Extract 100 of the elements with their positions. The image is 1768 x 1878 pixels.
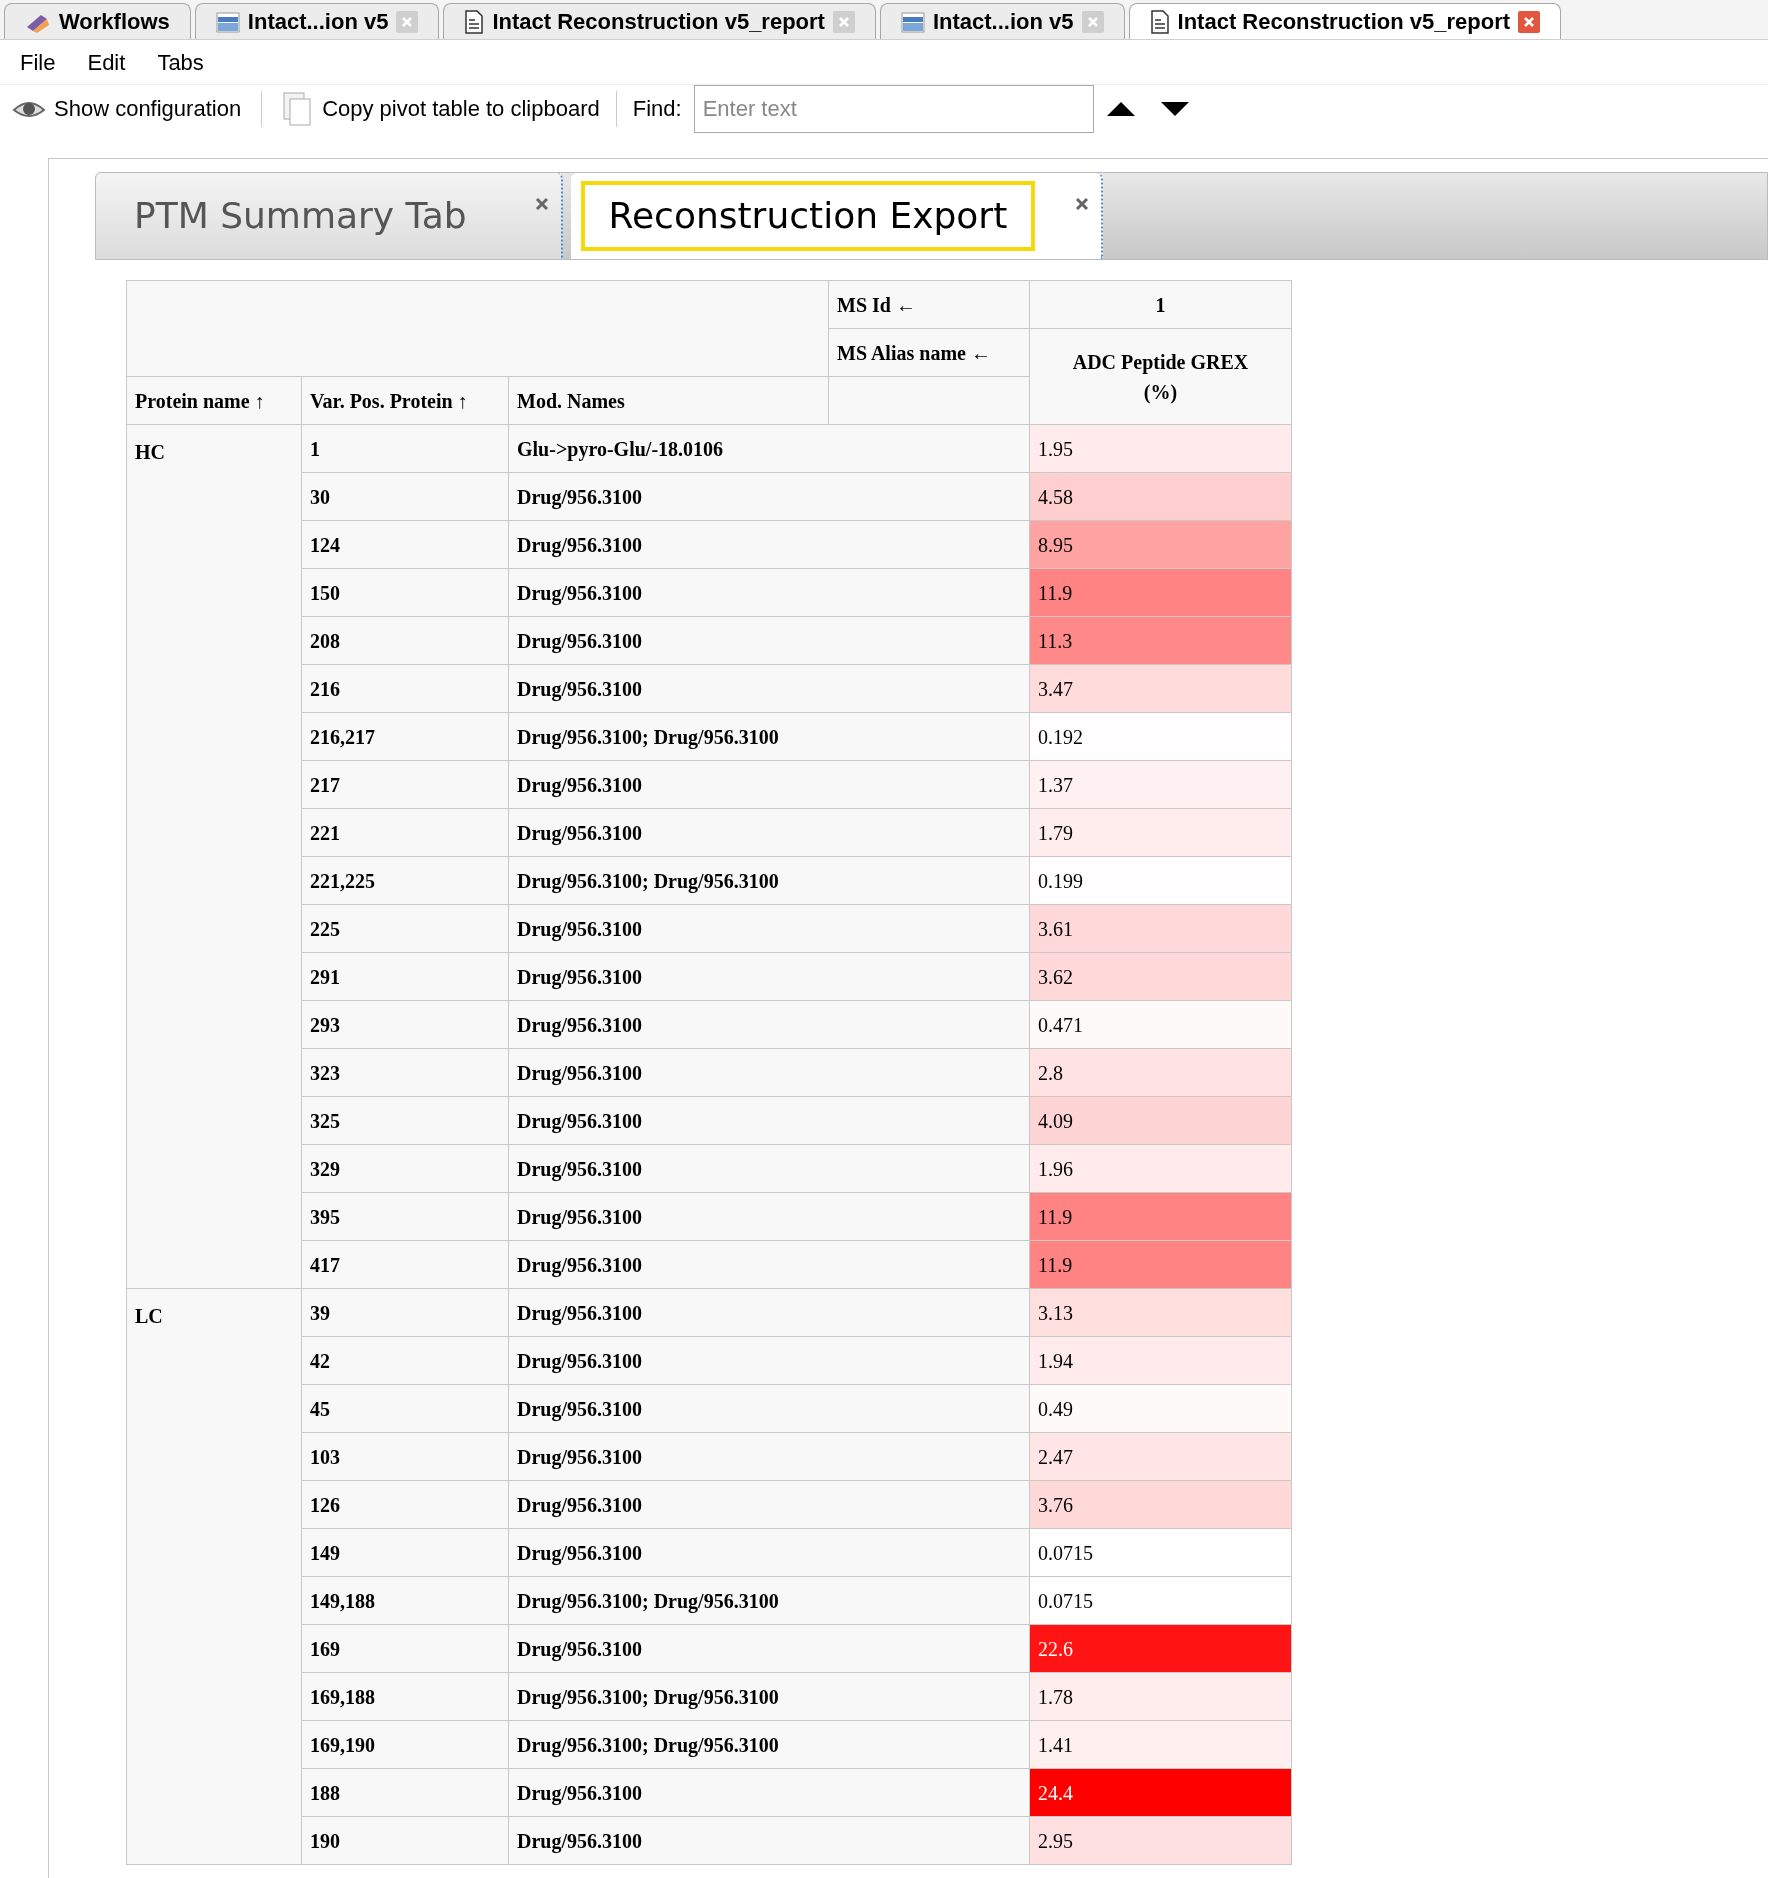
- table-cell: Drug/956.3100: [508, 1432, 1030, 1481]
- find-field[interactable]: Enter text: [693, 84, 1094, 133]
- menu-item[interactable]: File: [20, 45, 56, 79]
- table-cell: 169,188: [301, 1672, 509, 1721]
- value-cell: 8.95: [1029, 520, 1292, 569]
- table-cell: Drug/956.3100: [508, 1336, 1030, 1385]
- table-cell: 208: [301, 616, 509, 665]
- window-tab[interactable]: Intact...ion v5: [194, 3, 440, 39]
- table-cell: 124: [301, 520, 509, 569]
- table-cell: Drug/956.3100: [508, 1624, 1030, 1673]
- table-cell: 291: [301, 952, 509, 1001]
- menu-item[interactable]: Edit: [87, 45, 126, 79]
- table-cell: Drug/956.3100: [508, 1288, 1030, 1337]
- menu-item[interactable]: Tabs: [157, 45, 204, 79]
- up-arrow-icon[interactable]: [1105, 100, 1136, 117]
- table-cell: 1: [301, 424, 509, 473]
- table-cell: Drug/956.3100: [508, 568, 1030, 617]
- table-cell: Drug/956.3100: [508, 664, 1030, 713]
- value-cell: 0.0715: [1029, 1528, 1292, 1577]
- table-cell: Drug/956.3100; Drug/956.3100: [508, 856, 1030, 905]
- view-tab-label: PTM Summary Tab: [133, 194, 468, 238]
- table-cell: Glu->pyro-Glu/-18.0106: [508, 424, 1030, 473]
- table-cell: Drug/956.3100; Drug/956.3100: [508, 712, 1030, 761]
- value-cell: 2.95: [1029, 1816, 1292, 1865]
- header-cell: MS Alias name ←: [828, 328, 1030, 377]
- table-cell: 417: [301, 1240, 509, 1289]
- value-cell: 3.61: [1029, 904, 1292, 953]
- header-cell: 1: [1029, 280, 1292, 329]
- view-tab[interactable]: Reconstruction Export: [570, 173, 1104, 259]
- value-cell: 1.41: [1029, 1720, 1292, 1769]
- tab-label: Intact...ion v5: [932, 8, 1074, 36]
- value-cell: 4.58: [1029, 472, 1292, 521]
- value-cell: 11.9: [1029, 568, 1292, 617]
- table-cell: 42: [301, 1336, 509, 1385]
- table-cell: Drug/956.3100: [508, 1768, 1030, 1817]
- value-cell: 11.3: [1029, 616, 1292, 665]
- table-cell: Drug/956.3100: [508, 472, 1030, 521]
- table-cell: 217: [301, 760, 509, 809]
- view-tab-label: Reconstruction Export: [580, 181, 1036, 251]
- value-cell: 1.37: [1029, 760, 1292, 809]
- value-cell: 2.47: [1029, 1432, 1292, 1481]
- value-cell: 0.0715: [1029, 1576, 1292, 1625]
- document-icon: [1149, 9, 1170, 34]
- window-tab[interactable]: Intact Reconstruction v5_report: [443, 3, 876, 39]
- table-cell: 149: [301, 1528, 509, 1577]
- table-cell: 395: [301, 1192, 509, 1241]
- table-cell: 225: [301, 904, 509, 953]
- table-cell: Drug/956.3100: [508, 1480, 1030, 1529]
- table-cell: 293: [301, 1000, 509, 1049]
- window-tab[interactable]: Intact...ion v5: [879, 3, 1125, 39]
- value-cell: 1.96: [1029, 1144, 1292, 1193]
- show-configuration-button[interactable]: Show configuration: [12, 92, 242, 125]
- table-cell: 126: [301, 1480, 509, 1529]
- value-cell: 0.49: [1029, 1384, 1292, 1433]
- table-cell: 149,188: [301, 1576, 509, 1625]
- table-cell: 190: [301, 1816, 509, 1865]
- down-arrow-icon[interactable]: [1159, 100, 1190, 117]
- value-cell: 4.09: [1029, 1096, 1292, 1145]
- tab-label: Intact...ion v5: [247, 8, 389, 36]
- table-cell: 325: [301, 1096, 509, 1145]
- protein-cell: LC: [126, 1288, 302, 1865]
- view-tab[interactable]: PTM Summary Tab: [96, 173, 563, 259]
- value-cell: 1.79: [1029, 808, 1292, 857]
- table-cell: 39: [301, 1288, 509, 1337]
- tab-label: Intact Reconstruction v5_report: [492, 8, 825, 36]
- value-cell: 1.94: [1029, 1336, 1292, 1385]
- table-cell: 329: [301, 1144, 509, 1193]
- window-icon: [900, 10, 925, 33]
- table-cell: Drug/956.3100: [508, 1528, 1030, 1577]
- table-cell: Drug/956.3100: [508, 1144, 1030, 1193]
- copy-button[interactable]: Copy pivot table to clipboard: [282, 90, 600, 127]
- table-cell: 221: [301, 808, 509, 857]
- window-tab[interactable]: Intact Reconstruction v5_report: [1128, 3, 1562, 39]
- table-cell: Drug/956.3100: [508, 904, 1030, 953]
- table-cell: Drug/956.3100: [508, 1096, 1030, 1145]
- close-icon[interactable]: [534, 197, 549, 211]
- table-cell: 103: [301, 1432, 509, 1481]
- value-cell: 0.192: [1029, 712, 1292, 761]
- header-cell: MS Id ←: [828, 280, 1030, 329]
- window-tab[interactable]: Workflows: [4, 3, 191, 39]
- document-icon: [464, 9, 485, 34]
- table-cell: Drug/956.3100: [508, 760, 1030, 809]
- table-cell: 221,225: [301, 856, 509, 905]
- table-cell: 45: [301, 1384, 509, 1433]
- column-header[interactable]: Var. Pos. Protein ↑: [301, 376, 509, 425]
- value-cell: 2.8: [1029, 1048, 1292, 1097]
- value-cell: 3.62: [1029, 952, 1292, 1001]
- table-cell: 30: [301, 472, 509, 521]
- table-cell: Drug/956.3100: [508, 952, 1030, 1001]
- column-header[interactable]: Protein name ↑: [126, 376, 302, 425]
- table-cell: Drug/956.3100; Drug/956.3100: [508, 1576, 1030, 1625]
- table-cell: 216,217: [301, 712, 509, 761]
- close-icon[interactable]: [1075, 197, 1090, 211]
- table-cell: Drug/956.3100; Drug/956.3100: [508, 1672, 1030, 1721]
- value-cell: 0.199: [1029, 856, 1292, 905]
- value-cell: 1.95: [1029, 424, 1292, 473]
- close-icon[interactable]: [1518, 10, 1541, 33]
- column-header[interactable]: Mod. Names: [508, 376, 829, 425]
- value-cell: 22.6: [1029, 1624, 1292, 1673]
- value-cell: 0.471: [1029, 1000, 1292, 1049]
